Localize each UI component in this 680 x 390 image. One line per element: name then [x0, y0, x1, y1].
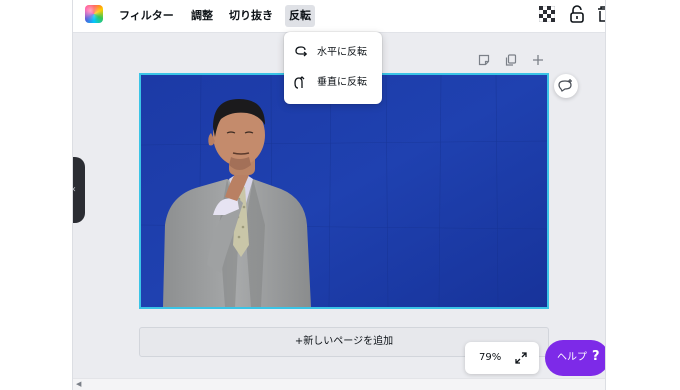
scroll-left-arrow-icon[interactable]: ◀	[76, 379, 81, 390]
help-question-icon: ?	[592, 349, 600, 364]
duplicate-icon[interactable]	[505, 54, 517, 66]
portrait-photo[interactable]	[141, 75, 547, 307]
lock-icon[interactable]	[569, 5, 585, 23]
flip-vertical-icon	[294, 76, 305, 89]
flip-horizontal-item[interactable]: 水平に反転	[284, 38, 382, 68]
flip-vertical-item[interactable]: 垂直に反転	[284, 68, 382, 98]
comment-add-button[interactable]	[554, 74, 578, 98]
editor-app: フィルター 調整 切り抜き 反転 ‹ 水平に反転 垂直に反転 +新しいページを追…	[72, 0, 606, 390]
help-label: ヘルプ	[557, 352, 587, 363]
transparency-icon[interactable]	[539, 6, 555, 22]
flip-menu: 水平に反転 垂直に反転	[284, 32, 382, 104]
filter-button[interactable]: フィルター	[115, 5, 178, 27]
color-swatch-icon[interactable]	[85, 5, 103, 23]
trash-icon[interactable]	[597, 5, 606, 23]
crop-button[interactable]: 切り抜き	[225, 5, 277, 27]
design-page-canvas[interactable]	[139, 73, 549, 309]
flip-vertical-label: 垂直に反転	[317, 77, 367, 88]
note-icon[interactable]	[478, 54, 490, 66]
image-toolbar: フィルター 調整 切り抜き 反転	[73, 0, 605, 33]
flip-horizontal-label: 水平に反転	[317, 47, 367, 58]
side-panel-toggle[interactable]: ‹	[72, 157, 85, 223]
horizontal-scrollbar[interactable]: ◀	[73, 378, 605, 390]
comment-add-icon	[558, 79, 572, 92]
zoom-control[interactable]: 79%	[465, 342, 539, 374]
expand-icon[interactable]	[514, 351, 528, 365]
flip-button[interactable]: 反転	[285, 5, 315, 27]
help-button[interactable]: ヘルプ ?	[545, 340, 605, 376]
add-page-icon[interactable]	[532, 54, 544, 66]
chevron-left-icon: ‹	[72, 184, 76, 195]
adjust-button[interactable]: 調整	[187, 5, 217, 27]
flip-horizontal-icon	[295, 46, 308, 57]
zoom-level[interactable]: 79%	[479, 351, 501, 365]
